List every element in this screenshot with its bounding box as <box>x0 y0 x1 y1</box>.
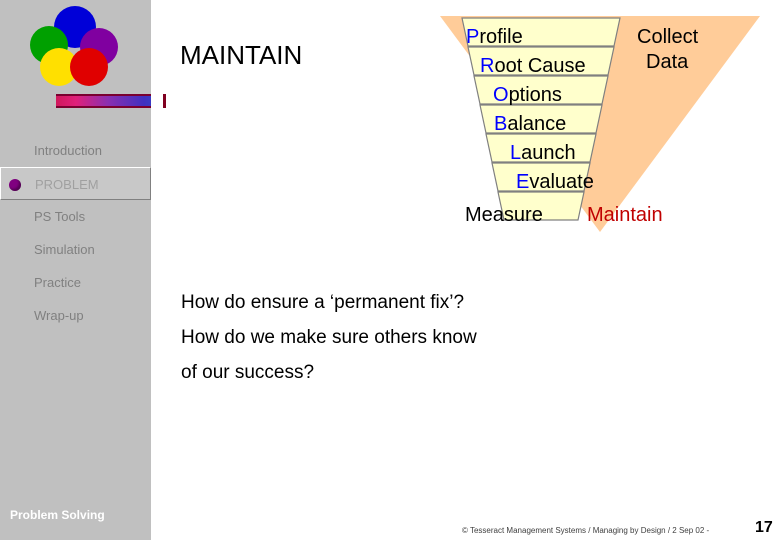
sidebar-item-label: Introduction <box>34 143 102 158</box>
funnel-step-profile: Profile <box>466 26 523 48</box>
funnel-label-data: Data <box>646 51 689 73</box>
divider-mask <box>151 92 471 112</box>
sidebar-item-introduction[interactable]: Introduction <box>0 134 151 167</box>
bullet-icon <box>9 179 21 191</box>
sidebar-item-ps-tools[interactable]: PS Tools <box>0 200 151 233</box>
body-line-1: How do ensure a ‘permanent fix’? <box>181 292 465 313</box>
page-title: MAINTAIN <box>180 40 303 70</box>
divider-tick <box>163 94 166 108</box>
funnel-step-evaluate: Evaluate <box>516 171 594 193</box>
funnel-label-measure: Measure <box>465 204 543 226</box>
sidebar-item-practice[interactable]: Practice <box>0 266 151 299</box>
sidebar-nav: Introduction PROBLEM PS Tools Simulation… <box>0 134 151 332</box>
footer-credit: © Tesseract Management Systems / Managin… <box>462 526 710 535</box>
body-text: How do ensure a ‘permanent fix’? How do … <box>181 288 651 393</box>
funnel-step-root-cause: Root Cause <box>480 55 586 77</box>
sidebar-item-label: Simulation <box>34 242 95 257</box>
funnel-label-collect: Collect <box>637 26 699 48</box>
funnel-step-options: Options <box>493 84 562 106</box>
sidebar-item-problem[interactable]: PROBLEM <box>0 167 151 200</box>
body-line-2: How do we make sure others know <box>181 327 477 348</box>
sidebar: Introduction PROBLEM PS Tools Simulation… <box>0 0 151 540</box>
logo <box>18 4 134 88</box>
funnel-label-maintain: Maintain <box>587 204 663 226</box>
funnel-step-balance: Balance <box>494 113 567 135</box>
funnel-diagram: Profile Root Cause Options Balance Launc… <box>432 8 768 232</box>
sidebar-item-simulation[interactable]: Simulation <box>0 233 151 266</box>
slide: Introduction PROBLEM PS Tools Simulation… <box>0 0 780 540</box>
sidebar-item-wrap-up[interactable]: Wrap-up <box>0 299 151 332</box>
logo-circle-red-icon <box>70 48 108 86</box>
page-number: 17 <box>755 519 773 536</box>
sidebar-footer-label: Problem Solving <box>10 508 105 522</box>
sidebar-item-label: PS Tools <box>34 209 86 224</box>
funnel-step-launch: Launch <box>510 142 576 164</box>
sidebar-item-label: Practice <box>34 275 81 290</box>
body-line-3: of our success? <box>181 362 315 383</box>
sidebar-item-label: PROBLEM <box>35 177 99 192</box>
sidebar-item-label: Wrap-up <box>34 308 84 323</box>
